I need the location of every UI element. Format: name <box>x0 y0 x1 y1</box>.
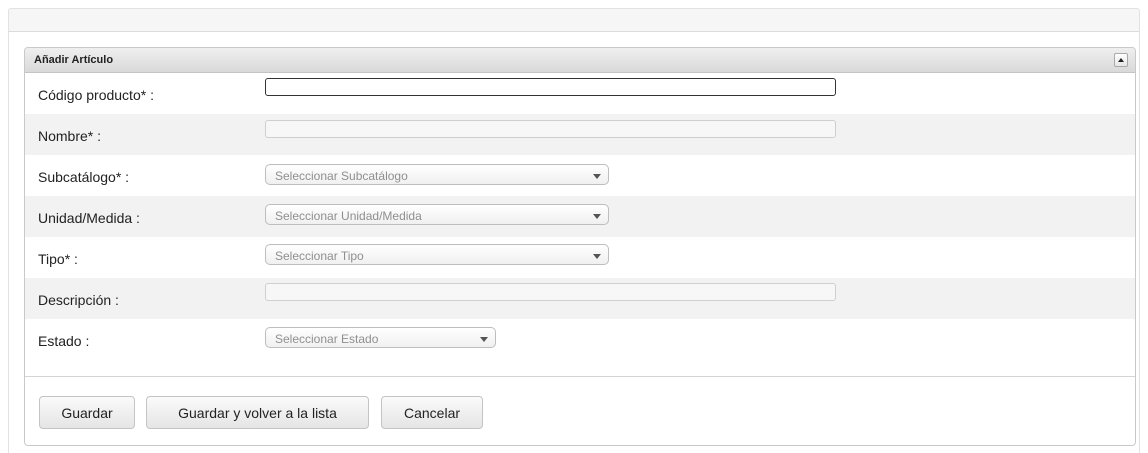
form-row-unidad: Unidad/Medida : Seleccionar Unidad/Medid… <box>25 196 1135 237</box>
panel-header: Añadir Artículo <box>25 48 1135 73</box>
subcatalogo-select[interactable]: Seleccionar Subcatálogo <box>265 164 609 185</box>
unidad-label: Unidad/Medida : <box>38 210 140 226</box>
tipo-select-text: Seleccionar Tipo <box>275 249 364 263</box>
form-row-tipo: Tipo* : Seleccionar Tipo <box>25 237 1135 278</box>
form-divider <box>25 376 1135 377</box>
unidad-select[interactable]: Seleccionar Unidad/Medida <box>265 204 609 225</box>
subcatalogo-label: Subcatálogo* : <box>38 169 130 185</box>
subcatalogo-select-text: Seleccionar Subcatálogo <box>275 169 408 183</box>
estado-select-text: Seleccionar Estado <box>275 332 379 346</box>
form-row-estado: Estado : Seleccionar Estado <box>25 319 1135 360</box>
tipo-label: Tipo* : <box>38 251 78 267</box>
unidad-select-text: Seleccionar Unidad/Medida <box>275 209 422 223</box>
estado-select[interactable]: Seleccionar Estado <box>265 327 496 348</box>
top-bar <box>8 8 1140 32</box>
nombre-input[interactable] <box>265 120 836 138</box>
form-row-nombre: Nombre* : <box>25 114 1135 155</box>
form-row-descripcion: Descripción : <box>25 278 1135 319</box>
estado-label: Estado : <box>38 333 90 349</box>
codigo-label: Código producto* : <box>38 87 154 103</box>
form-row-codigo: Código producto* : <box>25 73 1135 114</box>
collapse-icon[interactable] <box>1114 53 1128 67</box>
panel-title: Añadir Artículo <box>34 54 114 66</box>
add-article-panel: Añadir Artículo Código producto* : Nombr… <box>24 47 1136 446</box>
descripcion-label: Descripción : <box>38 292 119 308</box>
chevron-down-icon <box>593 214 601 219</box>
form-row-subcatalogo: Subcatálogo* : Seleccionar Subcatálogo <box>25 155 1135 196</box>
nombre-label: Nombre* : <box>38 128 102 144</box>
codigo-input[interactable] <box>265 78 836 96</box>
chevron-down-icon <box>593 174 601 179</box>
chevron-down-icon <box>593 254 601 259</box>
guardar-button[interactable]: Guardar <box>39 396 135 429</box>
chevron-down-icon <box>480 337 488 342</box>
guardar-volver-button[interactable]: Guardar y volver a la lista <box>146 396 369 429</box>
descripcion-input[interactable] <box>265 283 836 301</box>
tipo-select[interactable]: Seleccionar Tipo <box>265 244 609 265</box>
cancelar-button[interactable]: Cancelar <box>381 396 483 429</box>
